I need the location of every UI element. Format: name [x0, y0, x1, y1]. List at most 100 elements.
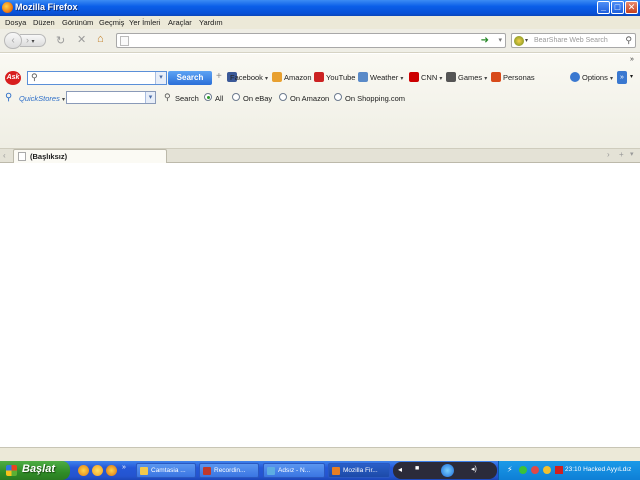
windows-flag-icon: [6, 465, 17, 476]
radio-all-label: All: [215, 94, 224, 103]
start-label: Başlat: [22, 463, 56, 475]
url-history-dropdown-icon[interactable]: ▾: [498, 36, 502, 44]
tray-record-icon[interactable]: [555, 466, 563, 474]
status-bar: [0, 447, 640, 461]
firefox-icon: [2, 2, 13, 13]
menu-bar: Dosya Düzen Görünüm Geçmiş Yer İmleri Ar…: [0, 16, 640, 29]
task-firefox[interactable]: Mozilla Fir...: [328, 463, 390, 478]
cnn-icon: [409, 72, 419, 82]
toolbar-overflow-button[interactable]: »: [617, 71, 627, 84]
page-icon: [18, 152, 26, 161]
play-icon[interactable]: ◂: [398, 465, 402, 474]
task-camtasia[interactable]: Camtasia ...: [136, 463, 196, 478]
camtasia-icon: [140, 467, 148, 475]
radio-ebay-label: On eBay: [243, 94, 273, 103]
radio-ebay[interactable]: [232, 93, 240, 101]
ask-search-input[interactable]: ⚲ ▾: [27, 71, 167, 85]
search-engine-icon[interactable]: [514, 36, 524, 46]
tab-title: (Başlıksız): [30, 152, 68, 161]
radio-shopping-label: On Shopping.com: [345, 94, 406, 103]
add-button-icon[interactable]: +: [216, 71, 222, 82]
back-button[interactable]: ‹: [4, 32, 22, 49]
quickstores-search-button[interactable]: Search: [175, 94, 199, 103]
url-bar[interactable]: ➜ ▾: [116, 33, 506, 48]
stop-icon[interactable]: ✕: [77, 33, 86, 46]
options-icon: [570, 72, 580, 82]
start-button[interactable]: Başlat: [0, 461, 70, 480]
quicklaunch-firefox-icon[interactable]: [78, 465, 89, 476]
minimize-button[interactable]: _: [597, 1, 610, 14]
toolbar-options[interactable]: Options ▾: [582, 73, 613, 82]
weather-icon: [358, 72, 368, 82]
menu-file[interactable]: Dosya: [5, 18, 26, 27]
menu-edit[interactable]: Düzen: [33, 18, 55, 27]
tray-network-icon[interactable]: ⚡: [507, 465, 513, 474]
chevron-down-icon[interactable]: ▾: [630, 73, 633, 80]
radio-all[interactable]: [204, 93, 212, 101]
volume-icon[interactable]: ◂): [471, 465, 477, 473]
tray-app-icon[interactable]: [543, 466, 551, 474]
toolbar-chevron-icon[interactable]: »: [630, 56, 634, 63]
search-icon[interactable]: ⚲: [625, 35, 632, 46]
quicklaunch-more-icon[interactable]: »: [122, 464, 126, 471]
ask-search-button[interactable]: Search: [168, 71, 212, 85]
radio-shopping[interactable]: [334, 93, 342, 101]
task-recording[interactable]: Recordin...: [199, 463, 259, 478]
tab-list-icon[interactable]: ▾: [630, 150, 634, 158]
quickstores-menu[interactable]: QuickStores ▾: [19, 94, 65, 103]
engine-dropdown-icon[interactable]: ▾: [525, 37, 528, 44]
chevron-down-icon[interactable]: ▾: [145, 92, 155, 103]
go-arrow-icon[interactable]: ➜: [481, 35, 489, 46]
page-content[interactable]: [0, 163, 640, 447]
menu-tools[interactable]: Araçlar: [168, 18, 192, 27]
tray-security-icon[interactable]: [531, 466, 539, 474]
tab-scroll-right-icon[interactable]: ›: [607, 150, 610, 159]
window-title: Mozilla Firefox: [15, 2, 78, 12]
title-bar[interactable]: Mozilla Firefox _ □ ✕: [0, 0, 640, 16]
toolbar-button-facebook[interactable]: Facebook ▾: [230, 73, 268, 82]
search-icon[interactable]: ⚲: [164, 92, 171, 103]
magnifier-icon: ⚲: [31, 72, 38, 82]
chevron-down-icon[interactable]: ▾: [155, 72, 166, 84]
page-icon: [120, 36, 129, 46]
personas-icon: [491, 72, 501, 82]
stop-media-icon[interactable]: ■: [415, 465, 419, 472]
quickstores-select[interactable]: ▾: [66, 91, 156, 104]
forward-button[interactable]: › ▾: [20, 34, 46, 47]
tray-clock[interactable]: 23:10 Hacked AyyıLdız: [565, 466, 631, 473]
youtube-icon: [314, 72, 324, 82]
pause-icon[interactable]: [441, 464, 454, 477]
menu-bookmarks[interactable]: Yer İmleri: [129, 18, 160, 27]
toolbar-button-personas[interactable]: Personas: [503, 73, 535, 82]
task-notepad[interactable]: Adsız - N...: [263, 463, 325, 478]
reload-icon[interactable]: ↻: [56, 34, 65, 47]
ask-logo[interactable]: Ask: [5, 71, 21, 85]
web-search-box[interactable]: ▾ BearShare Web Search ⚲: [511, 33, 636, 48]
toolbar-button-weather[interactable]: Weather ▾: [370, 73, 403, 82]
toolbar-button-youtube[interactable]: YouTube: [326, 73, 355, 82]
notepad-icon: [267, 467, 275, 475]
system-tray: ⚡ 23:10 Hacked AyyıLdız: [498, 461, 640, 480]
tab-scroll-left-icon[interactable]: ‹: [3, 151, 6, 160]
menu-history[interactable]: Geçmiş: [99, 18, 124, 27]
toolbar-button-cnn[interactable]: CNN ▾: [421, 73, 442, 82]
media-player-toolbar[interactable]: ◂ ■ ◂): [393, 462, 497, 479]
tab-untitled[interactable]: (Başlıksız): [13, 149, 167, 163]
radio-amazon[interactable]: [279, 93, 287, 101]
toolbar-button-amazon[interactable]: Amazon: [284, 73, 312, 82]
home-icon[interactable]: ⌂: [97, 33, 104, 45]
new-tab-icon[interactable]: +: [619, 150, 624, 159]
radio-amazon-label: On Amazon: [290, 94, 330, 103]
close-button[interactable]: ✕: [625, 1, 638, 14]
recording-icon: [203, 467, 211, 475]
tray-status-icon[interactable]: [519, 466, 527, 474]
maximize-button[interactable]: □: [611, 1, 624, 14]
amazon-icon: [272, 72, 282, 82]
quicklaunch-browser-icon[interactable]: [106, 465, 117, 476]
quicklaunch-app-icon[interactable]: [92, 465, 103, 476]
quickstores-icon: ⚲: [5, 92, 13, 103]
menu-view[interactable]: Görünüm: [62, 18, 93, 27]
menu-help[interactable]: Yardım: [199, 18, 223, 27]
search-placeholder: BearShare Web Search: [534, 37, 608, 44]
toolbar-button-games[interactable]: Games ▾: [458, 73, 487, 82]
